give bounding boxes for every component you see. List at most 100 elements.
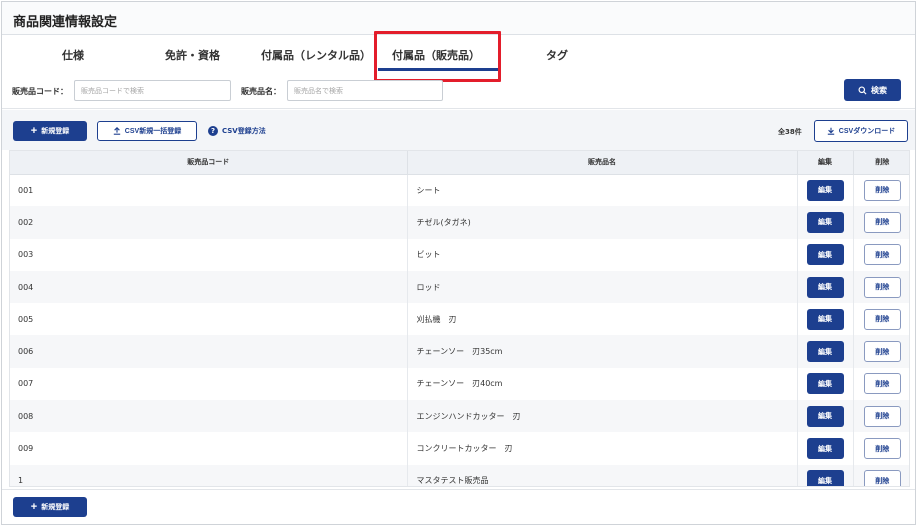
table-row: 007 チェーンソー 刃40cm 編集 削除	[10, 367, 909, 401]
delete-button[interactable]: 削除	[863, 438, 901, 460]
page-title: 商品関連情報設定	[13, 15, 118, 30]
cell-edit: 編集	[797, 303, 854, 336]
cell-edit: 編集	[797, 464, 854, 486]
table-row: 001 シート 編集 削除	[10, 174, 909, 207]
csv-bulk-register-button[interactable]: CSV新規一括登録	[97, 121, 197, 141]
cell-edit: 編集	[797, 174, 854, 207]
edit-button[interactable]: 編集	[806, 179, 844, 201]
delete-button[interactable]: 削除	[863, 341, 901, 363]
cell-delete: 削除	[853, 206, 909, 239]
plus-icon: +	[30, 124, 38, 137]
csv-help-link[interactable]: ? CSV登録方法	[208, 126, 266, 136]
header-name: 販売品名	[407, 151, 798, 175]
edit-button[interactable]: 編集	[806, 341, 844, 363]
delete-button[interactable]: 削除	[863, 244, 901, 266]
delete-button[interactable]: 削除	[863, 179, 901, 201]
table-row: 009 コンクリートカッター 刃編集 削除	[10, 432, 909, 465]
footer-new-register-label: 新規登録	[41, 504, 70, 511]
table-row: 002 チゼル(タガネ) 編集 削除	[10, 206, 909, 239]
cell-delete: 削除	[853, 270, 909, 304]
search-button[interactable]: 検索	[844, 79, 901, 101]
delete-button[interactable]: 削除	[863, 470, 901, 486]
cell-delete: 削除	[853, 174, 909, 206]
record-count: 全38件	[778, 128, 802, 136]
cell-code: 002	[10, 206, 408, 239]
page-footer: + 新規登録	[2, 489, 915, 524]
table-row: 006 チェーンソー 刃35cm 編集 削除	[10, 335, 909, 368]
edit-button[interactable]: 編集	[806, 211, 844, 233]
code-search-input[interactable]	[74, 80, 231, 101]
csv-bulk-register-label: CSV新規一括登録	[124, 128, 182, 135]
cell-delete: 削除	[853, 239, 909, 271]
delete-button[interactable]: 削除	[863, 373, 901, 395]
csv-help-label: CSV登録方法	[222, 127, 266, 135]
search-icon	[858, 85, 867, 95]
cell-delete: 削除	[853, 303, 909, 335]
edit-button[interactable]: 編集	[806, 438, 844, 460]
name-search-input[interactable]	[287, 80, 443, 101]
edit-button[interactable]: 編集	[806, 276, 844, 298]
cell-delete: 削除	[853, 432, 909, 464]
edit-button[interactable]: 編集	[806, 373, 844, 395]
table-row: 003 ビット 編集 削除	[10, 238, 909, 271]
cell-edit: 編集	[797, 367, 854, 401]
table-row: 004 ロッド 編集 削除	[10, 270, 909, 304]
edit-button[interactable]: 編集	[806, 308, 844, 330]
table-row: 1 マスタテスト販売品 編集 削除	[10, 464, 909, 486]
header-edit: 編集	[797, 151, 854, 175]
new-register-button[interactable]: + 新規登録	[13, 121, 87, 141]
cell-name: エンジンハンドカッター 刃	[407, 400, 798, 433]
footer-new-register-button[interactable]: + 新規登録	[13, 497, 87, 517]
cell-code: 005	[10, 303, 408, 336]
header-code: 販売品コード	[10, 151, 408, 175]
search-bar: 販売品コード： 販売品名： 検索	[2, 75, 915, 109]
download-icon	[827, 127, 834, 135]
cell-code: 007	[10, 367, 408, 401]
delete-button[interactable]: 削除	[863, 276, 901, 298]
cell-name: ロッド	[407, 270, 798, 304]
table-header-row: 販売品コード 販売品名 編集 削除	[10, 151, 909, 175]
cell-name: コンクリートカッター 刃	[407, 432, 798, 465]
cell-code: 009	[10, 432, 408, 465]
cell-code: 001	[10, 174, 408, 207]
header-delete: 削除	[853, 151, 909, 175]
csv-download-label: CSVダウンロード	[838, 128, 896, 135]
cell-delete: 削除	[853, 464, 909, 486]
edit-button[interactable]: 編集	[806, 405, 844, 427]
table-row: 008 エンジンハンドカッター 刃編集 削除	[10, 400, 909, 433]
edit-button[interactable]: 編集	[806, 470, 844, 486]
cell-code: 004	[10, 270, 408, 304]
new-register-label: 新規登録	[41, 128, 70, 135]
cell-edit: 編集	[797, 400, 854, 433]
cell-code: 1	[10, 464, 408, 486]
cell-code: 006	[10, 335, 408, 368]
cell-edit: 編集	[797, 206, 854, 239]
cell-name: ビット	[407, 238, 798, 271]
delete-button[interactable]: 削除	[863, 308, 901, 330]
delete-button[interactable]: 削除	[863, 211, 901, 233]
tab-tags[interactable]: タグ	[546, 47, 568, 63]
cell-delete: 削除	[853, 368, 909, 400]
cell-name: チゼル(タガネ)	[407, 206, 798, 239]
tab-spec[interactable]: 仕様	[62, 47, 84, 63]
sales-items-table: 販売品コード 販売品名 編集 削除 001 シート 編集 削除 002 チゼル(タガネ) 編…	[9, 150, 910, 487]
upload-icon	[113, 127, 120, 135]
delete-button[interactable]: 削除	[863, 405, 901, 427]
cell-delete: 削除	[853, 335, 909, 368]
name-search-label: 販売品名：	[241, 87, 281, 96]
cell-name: チェーンソー 刃40cm	[407, 367, 798, 401]
cell-edit: 編集	[797, 335, 854, 368]
tab-license[interactable]: 免許・資格	[165, 47, 220, 63]
cell-name: マスタテスト販売品	[407, 464, 798, 486]
cell-edit: 編集	[797, 238, 854, 271]
cell-name: シート	[407, 174, 798, 207]
edit-button[interactable]: 編集	[806, 244, 844, 266]
plus-icon: +	[30, 500, 38, 513]
tab-rental-accessories[interactable]: 付属品（レンタル品）	[261, 47, 371, 63]
cell-delete: 削除	[853, 400, 909, 433]
cell-code: 003	[10, 238, 408, 271]
cell-edit: 編集	[797, 270, 854, 304]
help-icon: ?	[208, 126, 218, 136]
csv-download-button[interactable]: CSVダウンロード	[814, 120, 908, 142]
app-frame: 商品関連情報設定 仕様 免許・資格 付属品（レンタル品） 付属品（販売品） タグ…	[1, 1, 916, 525]
